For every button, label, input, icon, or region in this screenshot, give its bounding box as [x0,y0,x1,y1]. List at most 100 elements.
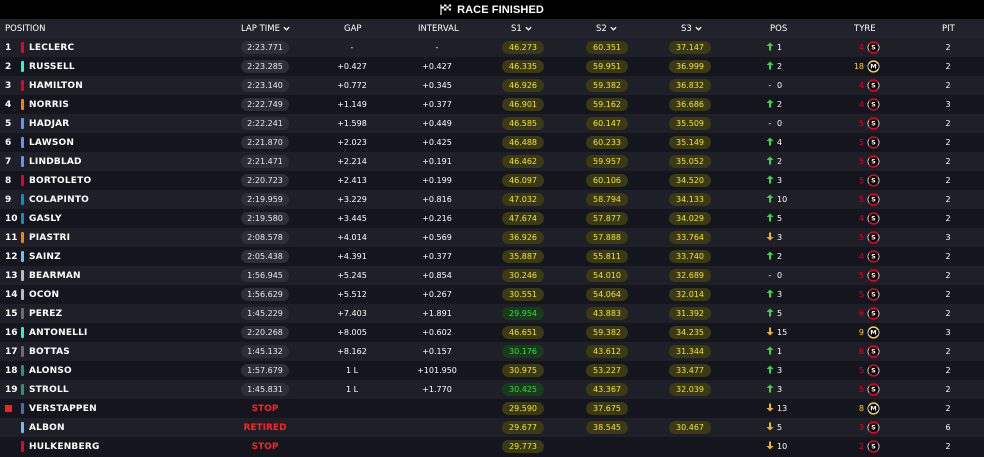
s2-time: 59.957 [586,155,628,168]
header-s3[interactable]: S3 [681,19,702,38]
chevron-down-icon [525,26,532,31]
team-color-bar [21,80,24,91]
tyre-age: 5 [858,176,864,185]
lap-time-cell: 1:56.629 [230,285,300,304]
table-row[interactable]: 11 PIASTRI 2:08.578 +4.014 +0.569 36.926… [0,228,984,247]
s1-time: 30.246 [502,269,544,282]
header-s1[interactable]: S1 [511,19,532,38]
table-row[interactable]: 6 LAWSON 2:21.870 +2.023 +0.425 46.488 6… [0,133,984,152]
table-row[interactable]: HULKENBERG STOP 29.773 10 2 S 2 [0,437,984,456]
header-interval[interactable]: INTERVAL [418,19,459,38]
chevron-down-icon [695,26,702,31]
position-change-value: 3 [777,176,783,185]
driver-name[interactable]: ANTONELLI [29,323,88,342]
driver-name[interactable]: LECLERC [29,38,74,57]
s3-time: 30.467 [669,421,711,434]
table-row[interactable]: 19 STROLL 1:45.831 1 L +1.770 30.425 43.… [0,380,984,399]
lap-time-cell: 1:45.229 [230,304,300,323]
s3-cell: 30.467 [663,418,717,437]
s1-cell: 29.954 [496,304,550,323]
gap-cell: +7.403 [337,309,367,318]
table-row[interactable]: 12 SAINZ 2:05.438 +4.391 +0.377 35.887 5… [0,247,984,266]
team-color-bar [21,137,24,148]
driver-name[interactable]: BOTTAS [29,342,70,361]
header-position[interactable]: POSITION [5,19,45,38]
header-pos[interactable]: POS [770,19,787,38]
table-row[interactable]: 14 OCON 1:56.629 +5.512 +0.267 30.551 54… [0,285,984,304]
driver-name[interactable]: STROLL [29,380,69,399]
s2-cell: 55.811 [580,247,634,266]
driver-name[interactable]: ALBON [29,418,65,437]
position-gain-icon [766,99,774,110]
status-cell: RETIRED [230,418,300,437]
driver-name[interactable]: HADJAR [29,114,69,133]
table-row[interactable]: 10 GASLY 2:19.580 +3.445 +0.216 47.674 5… [0,209,984,228]
s3-cell: 37.147 [663,38,717,57]
table-row[interactable]: 3 HAMILTON 2:23.140 +0.772 +0.345 46.926… [0,76,984,95]
position-change-value: 4 [777,138,783,147]
lap-time-value: 1:45.132 [241,345,289,358]
header-s2[interactable]: S2 [596,19,617,38]
s2-cell: 43.883 [580,304,634,323]
table-row[interactable]: 5 HADJAR 2:22.241 +1.598 +0.449 46.585 6… [0,114,984,133]
driver-name[interactable]: OCON [29,285,59,304]
position-number: 10 [5,213,18,224]
header-lap-time[interactable]: LAP TIME [241,19,290,38]
driver-name[interactable]: RUSSELL [29,57,75,76]
position-change-value: 3 [777,385,783,394]
table-row[interactable]: 9 COLAPINTO 2:19.959 +3.229 +0.816 47.03… [0,190,984,209]
svg-text:S: S [871,234,876,242]
driver-name[interactable]: BORTOLETO [29,171,91,190]
driver-name[interactable]: COLAPINTO [29,190,89,209]
driver-name[interactable]: PIASTRI [29,228,70,247]
lap-time-value: 2:19.959 [241,193,289,206]
tyre-age: 6 [858,347,864,356]
s3-time: 31.392 [669,307,711,320]
driver-name[interactable]: ALONSO [29,361,72,380]
s2-cell: 60.147 [580,114,634,133]
status-cell: STOP [230,437,300,456]
driver-name[interactable]: BEARMAN [29,266,81,285]
driver-name[interactable]: HAMILTON [29,76,83,95]
driver-name[interactable]: LINDBLAD [29,152,82,171]
table-row[interactable]: 15 PEREZ 1:45.229 +7.403 +1.891 29.954 4… [0,304,984,323]
driver-name[interactable]: LAWSON [29,133,74,152]
header-gap-label: GAP [344,23,362,34]
pit-count: 2 [945,119,951,128]
team-color-bar [21,175,24,186]
s2-time: 57.888 [586,231,628,244]
table-row[interactable]: 4 NORRIS 2:22.749 +1.149 +0.377 46.901 5… [0,95,984,114]
driver-name[interactable]: HULKENBERG [29,437,100,456]
team-color-bar [21,403,24,414]
table-row[interactable]: 16 ANTONELLI 2:20.268 +8.005 +0.602 46.6… [0,323,984,342]
team-color-bar [21,251,24,262]
driver-name[interactable]: VERSTAPPEN [29,399,97,418]
tyre-cell: 5 S [850,152,880,171]
table-row[interactable]: 13 BEARMAN 1:56.945 +5.245 +0.854 30.246… [0,266,984,285]
s3-time: 33.477 [669,364,711,377]
s2-time: 43.883 [586,307,628,320]
header-pit[interactable]: PIT [942,19,955,38]
driver-name[interactable]: GASLY [29,209,62,228]
header-gap[interactable]: GAP [344,19,362,38]
interval-cell: +1.891 [422,309,452,318]
position-change: 3 [766,228,806,247]
table-row[interactable]: 8 BORTOLETO 2:20.723 +2.413 +0.199 46.09… [0,171,984,190]
status-label: STOP [251,441,279,452]
driver-name[interactable]: NORRIS [29,95,69,114]
gap-cell: +2.214 [337,157,367,166]
table-row[interactable]: 7 LINDBLAD 2:21.471 +2.214 +0.191 46.462… [0,152,984,171]
driver-name[interactable]: SAINZ [29,247,61,266]
s3-cell: 36.832 [663,76,717,95]
s3-cell: 32.014 [663,285,717,304]
driver-name[interactable]: PEREZ [29,304,62,323]
lap-time-cell: 2:21.870 [230,133,300,152]
table-row[interactable]: 18 ALONSO 1:57.679 1 L +101.950 30.975 5… [0,361,984,380]
table-row[interactable]: 1 LECLERC 2:23.771 - - 46.273 60.351 37.… [0,38,984,57]
table-row[interactable]: 2 RUSSELL 2:23.285 +0.427 +0.427 46.335 … [0,57,984,76]
header-tyre[interactable]: TYRE [854,19,876,38]
table-row[interactable]: ALBON RETIRED 29.677 38.545 30.467 5 3 S… [0,418,984,437]
table-row[interactable]: VERSTAPPEN STOP 29.590 37.675 13 8 M 2 [0,399,984,418]
svg-text:S: S [871,367,876,375]
table-row[interactable]: 17 BOTTAS 1:45.132 +8.162 +0.157 30.176 … [0,342,984,361]
